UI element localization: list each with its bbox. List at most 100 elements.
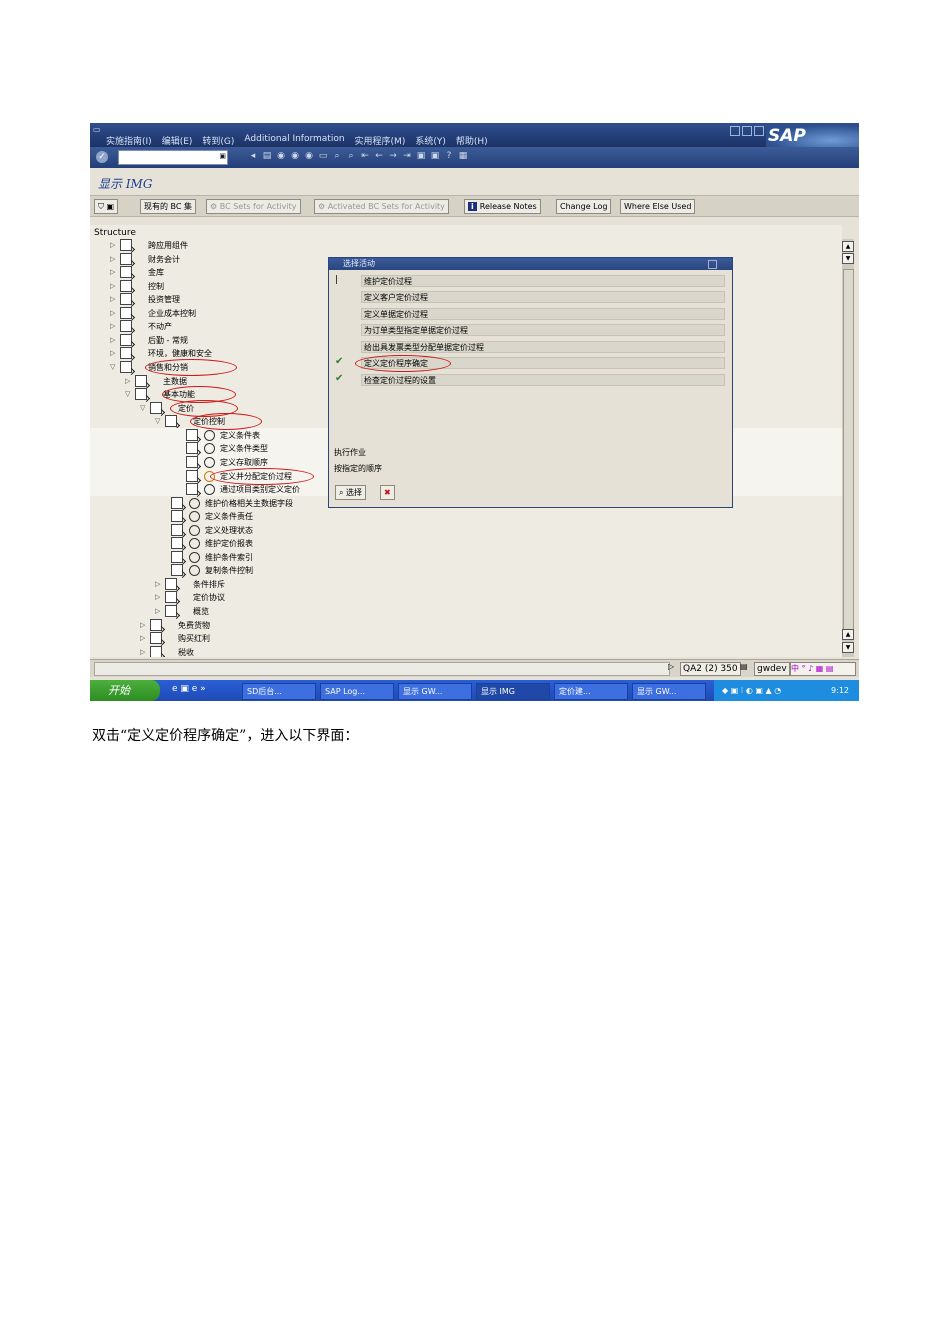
exit-icon[interactable]: ◉	[290, 151, 300, 162]
document-icon[interactable]	[120, 293, 132, 305]
command-input[interactable]	[119, 151, 217, 162]
enter-icon[interactable]: ✓	[96, 151, 108, 163]
tree-activity[interactable]: 复制条件控制	[169, 564, 253, 576]
activity-option[interactable]: 定义客户定价过程	[361, 291, 725, 303]
execute-icon[interactable]	[189, 510, 200, 522]
document-icon[interactable]	[150, 619, 162, 631]
collapse-arrow-icon[interactable]: ▽	[110, 363, 118, 371]
prev-page-icon[interactable]: ←	[374, 151, 384, 162]
tree-activity[interactable]: 维护条件索引	[169, 551, 253, 563]
document-icon[interactable]	[186, 429, 198, 441]
expand-arrow-icon[interactable]: ▷	[110, 282, 118, 290]
tree-node[interactable]: ▷ 控制	[110, 280, 164, 292]
close-icon[interactable]	[754, 126, 764, 136]
execute-icon[interactable]	[189, 537, 200, 549]
document-icon[interactable]	[150, 402, 162, 414]
scroll-down-icon[interactable]: ▼	[842, 253, 854, 264]
scroll-up-icon[interactable]: ▲	[842, 241, 854, 252]
shortcut-icon[interactable]: ▣	[430, 151, 440, 162]
expand-arrow-icon[interactable]: ▷	[110, 241, 118, 249]
document-icon[interactable]	[120, 320, 132, 332]
tree-node[interactable]: ▷ 后勤 - 常规	[110, 334, 188, 346]
activated-bc-sets-button[interactable]: ⚙ Activated BC Sets for Activity	[314, 199, 449, 214]
expand-arrow-icon[interactable]: ▷	[110, 268, 118, 276]
expand-arrow-icon[interactable]: ▷	[125, 377, 133, 385]
history-dropdown-icon[interactable]: ▣	[219, 152, 226, 160]
tree-node[interactable]: ▷ 跨应用组件	[110, 239, 188, 251]
document-icon[interactable]	[171, 537, 183, 549]
expand-arrow-icon[interactable]: ▷	[110, 295, 118, 303]
cancel-icon[interactable]: ◉	[304, 151, 314, 162]
layout-icon[interactable]: ▦	[458, 151, 468, 162]
tree-activity[interactable]: 通过项目类别定义定价	[184, 483, 300, 495]
existing-bc-button[interactable]: 现有的 BC 集	[140, 199, 197, 214]
document-icon[interactable]	[150, 646, 162, 657]
document-icon[interactable]	[165, 578, 177, 590]
expand-icon[interactable]: ⛉ ▣	[94, 199, 119, 214]
expand-arrow-icon[interactable]: ▷	[140, 648, 148, 656]
document-icon[interactable]	[165, 591, 177, 603]
tree-node[interactable]: ▷ 定价协议	[155, 591, 225, 603]
taskbar-button[interactable]: 显示 GW...	[632, 683, 706, 700]
menu-item-implementation-guide[interactable]: 实施指南(I)	[106, 134, 152, 147]
maximize-icon[interactable]	[742, 126, 752, 136]
new-session-icon[interactable]: ▣	[416, 151, 426, 162]
expand-arrow-icon[interactable]: ▷	[110, 322, 118, 330]
menu-item-edit[interactable]: 编辑(E)	[162, 134, 193, 147]
status-menu-icon[interactable]: ▤	[740, 662, 748, 671]
expand-arrow-icon[interactable]: ▷	[155, 580, 163, 588]
vertical-scrollbar[interactable]: ▲ ▼ ▲ ▼	[842, 239, 854, 657]
tree-node[interactable]: ▷ 企业成本控制	[110, 307, 196, 319]
document-icon[interactable]	[171, 497, 183, 509]
document-icon[interactable]	[120, 347, 132, 359]
expand-arrow-icon[interactable]: ▷	[110, 336, 118, 344]
tree-activity[interactable]: 定义存取顺序	[184, 456, 268, 468]
activity-option[interactable]: 为订单类型指定单据定价过程	[361, 324, 725, 336]
tree-node[interactable]: ▷ 免费货物	[140, 619, 210, 631]
system-menu-icon[interactable]: ▭	[93, 125, 101, 134]
menu-item-additional-info[interactable]: Additional Information	[244, 134, 344, 147]
select-button[interactable]: ⌕ 选择	[335, 485, 367, 500]
document-icon[interactable]	[120, 334, 132, 346]
menu-item-system[interactable]: 系统(Y)	[415, 134, 446, 147]
tree-node[interactable]: ▷ 不动产	[110, 320, 172, 332]
tree-node[interactable]: ▷ 条件排斥	[155, 578, 225, 590]
status-toggle-icon[interactable]: ▷	[668, 662, 674, 671]
execute-icon[interactable]	[204, 456, 215, 468]
document-icon[interactable]	[171, 510, 183, 522]
next-page-icon[interactable]: →	[388, 151, 398, 162]
tree-activity[interactable]: 定义条件类型	[184, 442, 268, 454]
tree-node[interactable]: ▷ 概览	[155, 605, 209, 617]
document-icon[interactable]	[120, 361, 132, 373]
tray-icons[interactable]: ◆ ▣ ⁝ ◐ ▣ ▲ ◔	[722, 686, 781, 695]
find-next-icon[interactable]: ⌕	[346, 151, 356, 162]
document-icon[interactable]	[165, 605, 177, 617]
activity-option[interactable]: 检查定价过程的设置	[361, 374, 725, 386]
start-button[interactable]: 开始	[90, 680, 160, 701]
expand-arrow-icon[interactable]: ▷	[110, 255, 118, 263]
taskbar-button[interactable]: SAP Log...	[320, 683, 394, 700]
expand-arrow-icon[interactable]: ▷	[155, 607, 163, 615]
document-icon[interactable]	[171, 524, 183, 536]
tree-activity[interactable]: 维护价格相关主数据字段	[169, 497, 293, 509]
tree-activity[interactable]: 定义条件表	[184, 429, 260, 441]
taskbar-button[interactable]: 定价建...	[554, 683, 628, 700]
document-icon[interactable]	[171, 564, 183, 576]
tree-node[interactable]: ▷ 主数据	[125, 375, 187, 387]
collapse-arrow-icon[interactable]: ▽	[140, 404, 148, 412]
print-icon[interactable]: ▭	[318, 151, 328, 162]
document-icon[interactable]	[186, 470, 198, 482]
tree-node[interactable]: ▷ 财务会计	[110, 253, 180, 265]
tree-node[interactable]: ▷ 税收	[140, 646, 194, 657]
scroll-down-icon[interactable]: ▼	[842, 642, 854, 653]
last-page-icon[interactable]: ⇥	[402, 151, 412, 162]
document-icon[interactable]	[150, 632, 162, 644]
document-icon[interactable]	[120, 239, 132, 251]
taskbar-button[interactable]: SD后台...	[242, 683, 316, 700]
cancel-button[interactable]: ✖	[380, 485, 395, 500]
execute-icon[interactable]	[189, 524, 200, 536]
document-icon[interactable]	[186, 442, 198, 454]
expand-arrow-icon[interactable]: ▷	[110, 309, 118, 317]
document-icon[interactable]	[171, 551, 183, 563]
expand-arrow-icon[interactable]: ▷	[140, 621, 148, 629]
